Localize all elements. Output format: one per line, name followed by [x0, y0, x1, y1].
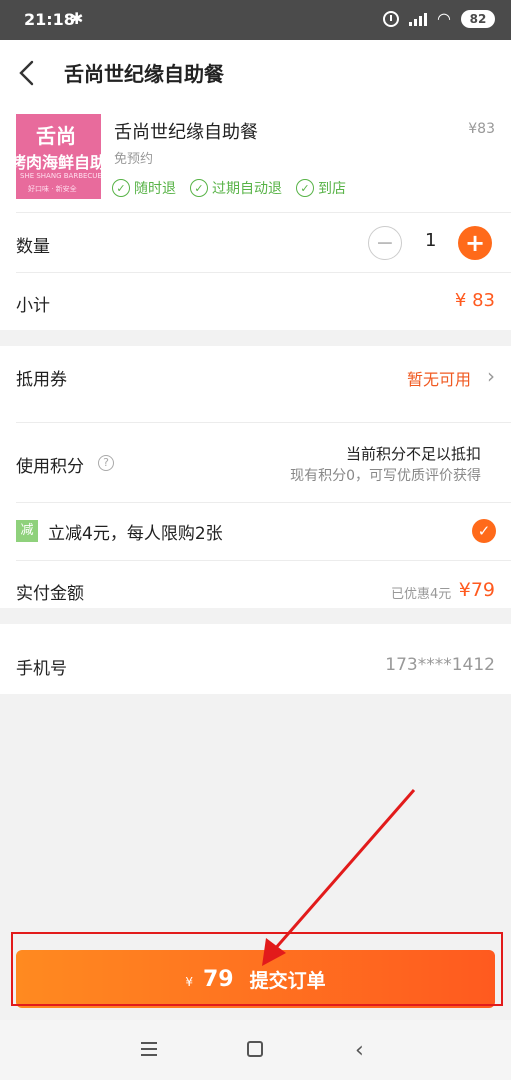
- discount-note: 已优惠4元: [391, 587, 452, 602]
- status-icons: ◠ 82: [383, 10, 495, 28]
- check-selected-icon[interactable]: ✓: [472, 519, 496, 543]
- divider: [16, 422, 511, 423]
- header: 舌尚世纪缘自助餐: [0, 40, 511, 102]
- help-icon[interactable]: ?: [98, 455, 114, 471]
- phone-value: 173****1412: [385, 655, 495, 675]
- home-square-icon[interactable]: [247, 1041, 263, 1057]
- chevron-right-icon: ›: [487, 364, 495, 388]
- promotion-text: 立减4元，每人限购2张: [48, 524, 223, 544]
- divider: [16, 212, 511, 213]
- subtotal-label: 小计: [16, 296, 50, 316]
- quantity-plus-button[interactable]: +: [458, 226, 492, 260]
- quantity-label: 数量: [16, 237, 50, 257]
- points-label: 使用积分: [16, 457, 84, 477]
- product-tags: ✓ 随时退 ✓ 过期自动退 ✓ 到店: [112, 178, 346, 198]
- product-name: 舌尚世纪缘自助餐: [114, 122, 258, 143]
- product-image[interactable]: 舌尚 烤肉海鲜自助 SHE SHANG BARBECUE 好口味 · 新安全: [16, 114, 101, 199]
- nav-back-icon[interactable]: ‹: [355, 1038, 364, 1063]
- actual-amount-value: ¥79: [458, 579, 495, 601]
- product-subtitle: 免预约: [114, 152, 154, 167]
- battery-icon: 82: [461, 10, 495, 28]
- status-bar: 21:18 ✱ ◠ 82: [0, 0, 511, 40]
- divider: [16, 560, 511, 561]
- back-arrow-icon[interactable]: [14, 58, 44, 88]
- alarm-icon: [383, 11, 400, 27]
- coupon-label: 抵用券: [16, 370, 67, 390]
- points-status: 当前积分不足以抵扣: [345, 445, 481, 463]
- tag-refund-anytime: ✓ 随时退: [112, 178, 176, 198]
- annotation-highlight-box: [11, 932, 503, 1006]
- divider: [16, 272, 511, 273]
- coupon-value: 暂无可用: [406, 370, 471, 389]
- quantity-minus-button[interactable]: −: [368, 226, 402, 260]
- quantity-value: 1: [425, 230, 437, 251]
- actual-amount-label: 实付金额: [16, 584, 84, 604]
- phone-label: 手机号: [16, 659, 67, 679]
- points-hint: 现有积分0，可写优质评价获得: [290, 468, 481, 484]
- product-price: ¥83: [468, 121, 495, 137]
- page-title: 舌尚世纪缘自助餐: [64, 62, 224, 86]
- subtotal-value: ¥ 83: [454, 290, 495, 311]
- check-circle-icon: ✓: [190, 179, 208, 197]
- menu-icon[interactable]: [141, 1042, 157, 1056]
- tag-in-store: ✓ 到店: [296, 178, 346, 198]
- bluetooth-icon: ✱: [70, 9, 84, 28]
- check-circle-icon: ✓: [112, 179, 130, 197]
- check-circle-icon: ✓: [296, 179, 314, 197]
- wifi-icon: ◠: [437, 9, 451, 28]
- status-time: 21:18: [24, 10, 75, 29]
- tag-auto-refund: ✓ 过期自动退: [190, 178, 282, 198]
- reduce-badge: 减: [16, 520, 38, 542]
- signal-icon: [409, 12, 428, 26]
